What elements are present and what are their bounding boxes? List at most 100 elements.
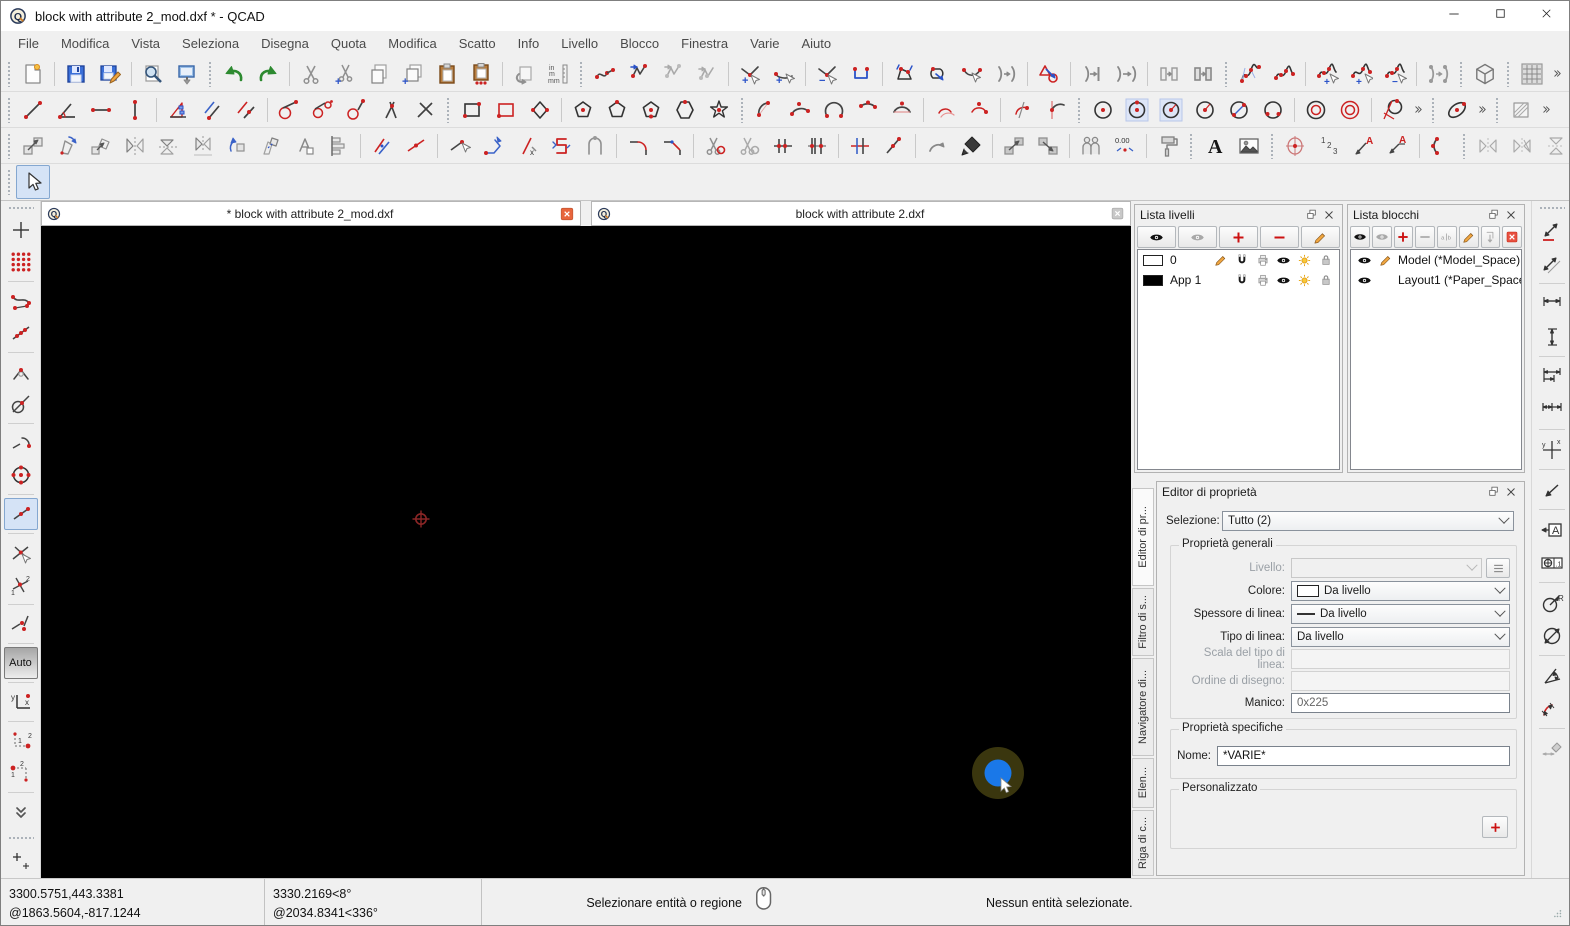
select-entity[interactable] <box>588 57 622 91</box>
modify-purge[interactable] <box>954 129 988 163</box>
spline-control-points[interactable] <box>1233 57 1267 91</box>
line-parallel[interactable] <box>229 93 263 127</box>
line-2-points[interactable] <box>16 93 50 127</box>
property-panel-close-button[interactable] <box>1502 484 1519 499</box>
layer-hide-all-button[interactable] <box>1178 226 1217 248</box>
line-tangent-point-circle[interactable] <box>272 93 306 127</box>
menu-livello-9[interactable]: Livello <box>550 31 609 56</box>
menu-modifica-1[interactable]: Modifica <box>50 31 120 56</box>
revert-document[interactable] <box>507 57 541 91</box>
modify-divide[interactable] <box>698 129 732 163</box>
restrict-orthogonal-1[interactable]: 12 <box>4 725 38 757</box>
eye-icon[interactable] <box>1273 253 1294 268</box>
cut-with-reference[interactable]: + <box>328 57 362 91</box>
dimension-baseline[interactable] <box>1535 360 1569 393</box>
menu-info-8[interactable]: Info <box>507 31 551 56</box>
select-contiguous-entities[interactable] <box>622 57 656 91</box>
toolbar-drag-handle[interactable] <box>208 60 213 87</box>
block-row[interactable]: Model (*Model_Space) <box>1351 250 1521 270</box>
side-tab-3[interactable]: Elen... <box>1132 758 1154 808</box>
ellipse-overflow[interactable] <box>1474 93 1491 127</box>
polygon-center-side[interactable] <box>600 93 634 127</box>
toolbar-drag-handle[interactable] <box>1495 96 1500 123</box>
livello-menu-button[interactable] <box>1486 558 1510 578</box>
line-angle[interactable] <box>50 93 84 127</box>
modify-scale[interactable] <box>254 129 288 163</box>
add-contiguous-to-selection[interactable] <box>656 57 690 91</box>
copy[interactable] <box>362 57 396 91</box>
modify-flip-horizontal[interactable] <box>152 129 186 163</box>
snap-distance[interactable] <box>4 608 38 640</box>
block-show-all-button[interactable] <box>1350 226 1370 248</box>
paste[interactable] <box>430 57 464 91</box>
layer-panel-float-button[interactable] <box>1303 207 1320 222</box>
undo[interactable] <box>217 57 251 91</box>
add-arc-to-selection[interactable]: + <box>767 57 801 91</box>
block-panel-float-button[interactable] <box>1485 207 1502 222</box>
printer-icon[interactable] <box>1252 273 1273 287</box>
menu-disegna-4[interactable]: Disegna <box>250 31 320 56</box>
menu-file-0[interactable]: File <box>7 31 50 56</box>
circle-2-tangents-point[interactable] <box>1256 93 1290 127</box>
leader-label[interactable]: A <box>1347 129 1381 163</box>
document-close-button-1[interactable] <box>559 206 575 222</box>
printer-icon[interactable] <box>1252 253 1273 267</box>
sun-icon[interactable] <box>1294 253 1315 268</box>
colore-combo[interactable]: Da livello <box>1291 581 1510 601</box>
block-replace-references[interactable] <box>1031 129 1065 163</box>
ordine-input[interactable] <box>1291 671 1510 691</box>
modify-round-precision[interactable]: 0.00 <box>1108 129 1142 163</box>
modify-join[interactable] <box>877 129 911 163</box>
circle-concentric-distance[interactable] <box>1299 93 1333 127</box>
modify-bevel[interactable] <box>655 129 689 163</box>
spline-add-fit-point[interactable]: + <box>1344 57 1378 91</box>
restrict-orthogonal-2[interactable]: 12 <box>4 757 38 789</box>
dimension-horizontal[interactable] <box>1535 287 1569 320</box>
ellipse-center-points[interactable] <box>1440 93 1474 127</box>
toolbar-drag-handle[interactable] <box>1459 60 1464 87</box>
modify-auto-trim[interactable] <box>843 129 877 163</box>
toolbar-drag-handle[interactable] <box>579 60 584 87</box>
arc-2-points-radius[interactable] <box>817 93 851 127</box>
modify-explode[interactable] <box>920 129 954 163</box>
toolbar-drag-handle[interactable] <box>1224 60 1229 87</box>
line-horizontal[interactable] <box>84 93 118 127</box>
add-entity-to-selection[interactable]: + <box>733 57 767 91</box>
modify-paint-properties[interactable] <box>1151 129 1185 163</box>
dimension-aligned[interactable] <box>1535 214 1569 247</box>
block-move-references[interactable] <box>997 129 1031 163</box>
rectangle-3-points[interactable] <box>523 93 557 127</box>
view-overflow[interactable] <box>1549 57 1566 91</box>
close-button[interactable] <box>1523 1 1569 31</box>
toolbar-drag-handle[interactable] <box>7 60 12 87</box>
snap-free[interactable] <box>4 214 38 246</box>
modify-rotate-two[interactable] <box>220 129 254 163</box>
property-panel-float-button[interactable] <box>1485 484 1502 499</box>
arc-3-points[interactable] <box>783 93 817 127</box>
spline-add-control-point[interactable]: + <box>1310 57 1344 91</box>
menu-varie-12[interactable]: Varie <box>739 31 790 56</box>
arc-concentric-point[interactable] <box>962 93 996 127</box>
menu-blocco-10[interactable]: Blocco <box>609 31 670 56</box>
magnet-icon[interactable] <box>1231 253 1252 267</box>
modify-break-out-segment[interactable] <box>766 129 800 163</box>
menu-vista-2[interactable]: Vista <box>120 31 171 56</box>
circle-tangent-3[interactable] <box>1376 93 1410 127</box>
snap-reference[interactable] <box>4 427 38 459</box>
layer-show-all-button[interactable] <box>1137 226 1176 248</box>
layer-row-app-1[interactable]: App 1 <box>1138 270 1339 290</box>
modify-clip-gap[interactable] <box>578 129 612 163</box>
toolbar-drag-handle[interactable] <box>1462 132 1467 159</box>
menu-seleziona-3[interactable]: Seleziona <box>171 31 250 56</box>
arc-tangent-point-radius[interactable] <box>1005 93 1039 127</box>
toolbar-drag-handle[interactable] <box>1270 132 1275 159</box>
eye-icon[interactable] <box>1354 273 1374 288</box>
circle-2-points[interactable] <box>1120 93 1154 127</box>
select-contour[interactable] <box>921 57 955 91</box>
block-panel-close-button[interactable] <box>1502 207 1519 222</box>
modify-clip-to-rectangle[interactable] <box>544 129 578 163</box>
menu-scatto-7[interactable]: Scatto <box>448 31 507 56</box>
circle-center-point[interactable] <box>1086 93 1120 127</box>
modify-trim[interactable] <box>365 129 399 163</box>
snap-middle[interactable] <box>3 498 38 530</box>
